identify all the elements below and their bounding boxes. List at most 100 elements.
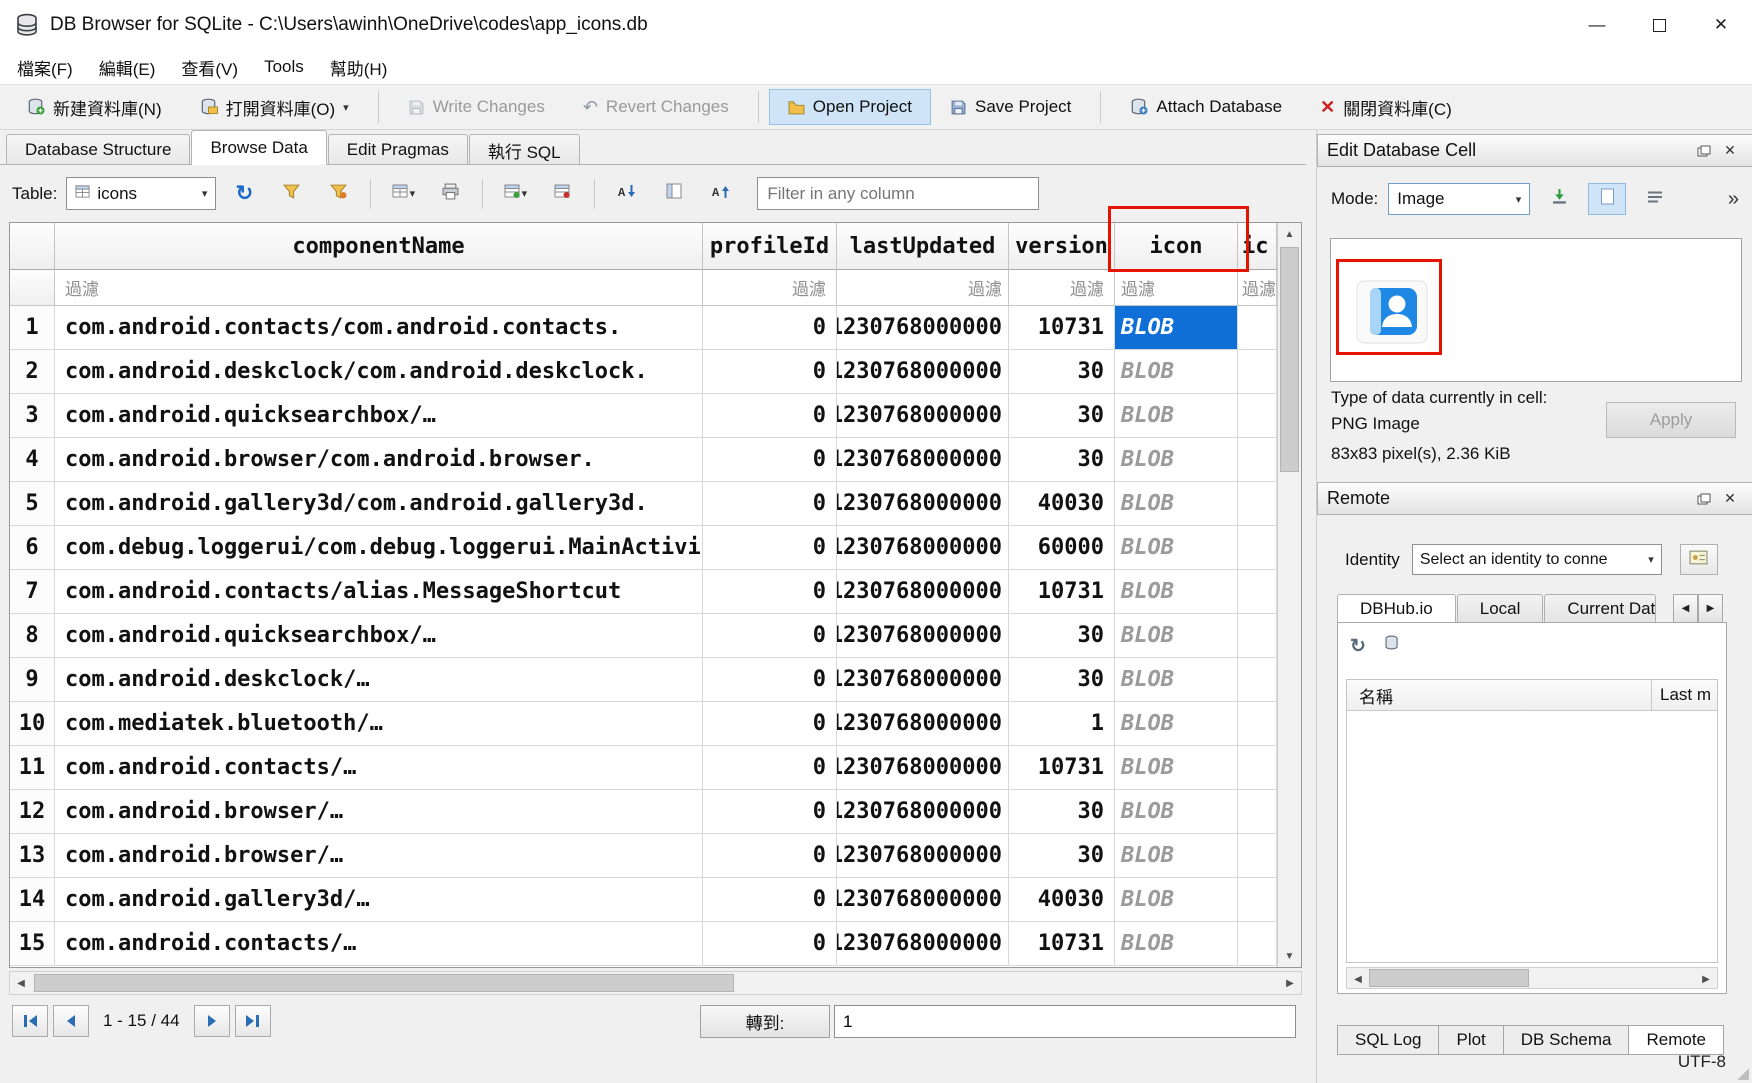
clipped-cell[interactable] bbox=[1238, 526, 1277, 570]
clear-filter-button[interactable] bbox=[319, 177, 357, 211]
componentName-cell[interactable]: com.android.browser/… bbox=[55, 790, 703, 834]
row-number-cell[interactable]: 5 bbox=[10, 482, 55, 526]
componentName-cell[interactable]: com.android.quicksearchbox/… bbox=[55, 614, 703, 658]
open-database-dropdown-caret[interactable]: ▾ bbox=[343, 101, 349, 114]
filter-lastUpdated[interactable]: 過濾 bbox=[837, 270, 1009, 306]
version-cell[interactable]: 10731 bbox=[1009, 306, 1115, 350]
row-number-cell[interactable]: 11 bbox=[10, 746, 55, 790]
icon-blob-cell[interactable]: BLOB bbox=[1115, 790, 1238, 834]
lastUpdated-cell[interactable]: 1230768000000 bbox=[837, 702, 1009, 746]
remote-horizontal-scrollbar[interactable]: ◀ ▶ bbox=[1346, 967, 1718, 989]
column-header-lastUpdated[interactable]: lastUpdated bbox=[837, 223, 1009, 270]
tab-scroll-right-button[interactable]: ▶ bbox=[1698, 594, 1723, 623]
remote-name-column-header[interactable]: 名稱 bbox=[1347, 683, 1393, 708]
clipped-cell[interactable] bbox=[1238, 614, 1277, 658]
last-record-button[interactable] bbox=[235, 1005, 271, 1037]
close-panel-icon[interactable]: ✕ bbox=[1717, 490, 1743, 507]
version-cell[interactable]: 30 bbox=[1009, 790, 1115, 834]
remote-modified-column-header[interactable]: Last m bbox=[1651, 680, 1717, 710]
profileId-cell[interactable]: 0 bbox=[703, 658, 837, 702]
profileId-cell[interactable]: 0 bbox=[703, 482, 837, 526]
tab-dbhub[interactable]: DBHub.io bbox=[1337, 594, 1456, 623]
version-cell[interactable]: 10731 bbox=[1009, 922, 1115, 966]
column-header-componentName[interactable]: componentName bbox=[55, 223, 703, 270]
tab-browse-data[interactable]: Browse Data bbox=[191, 130, 326, 165]
encoding-status[interactable]: UTF-8 bbox=[1678, 1052, 1726, 1072]
tab-local[interactable]: Local bbox=[1457, 594, 1544, 623]
componentName-cell[interactable]: com.android.contacts/… bbox=[55, 746, 703, 790]
text-view-toggle[interactable] bbox=[1636, 183, 1674, 215]
scroll-left-button[interactable]: ◀ bbox=[1347, 968, 1369, 990]
tab-execute-sql[interactable]: 執行 SQL bbox=[469, 134, 580, 165]
print-button[interactable] bbox=[431, 177, 469, 211]
close-database-button[interactable]: ✕ 關閉資料庫(C) bbox=[1301, 87, 1471, 128]
lastUpdated-cell[interactable]: 1230768000000 bbox=[837, 746, 1009, 790]
componentName-cell[interactable]: com.android.browser/… bbox=[55, 834, 703, 878]
image-view-toggle[interactable] bbox=[1588, 183, 1626, 215]
lastUpdated-cell[interactable]: 1230768000000 bbox=[837, 570, 1009, 614]
profileId-cell[interactable]: 0 bbox=[703, 526, 837, 570]
close-panel-icon[interactable]: ✕ bbox=[1717, 142, 1743, 159]
table-select[interactable]: icons ▾ bbox=[66, 177, 216, 210]
icon-blob-cell[interactable]: BLOB bbox=[1115, 350, 1238, 394]
profileId-cell[interactable]: 0 bbox=[703, 878, 837, 922]
componentName-cell[interactable]: com.debug.loggerui/com.debug.loggerui.Ma… bbox=[55, 526, 703, 570]
previous-record-button[interactable] bbox=[53, 1005, 89, 1037]
menu-edit[interactable]: 編輯(E) bbox=[86, 51, 169, 84]
delete-record-button[interactable] bbox=[543, 177, 581, 211]
sort-descending-button[interactable]: A bbox=[702, 177, 740, 211]
refresh-remote-button[interactable]: ↻ bbox=[1350, 635, 1366, 658]
version-cell[interactable]: 10731 bbox=[1009, 746, 1115, 790]
import-certificate-button[interactable] bbox=[1680, 544, 1718, 575]
clipped-cell[interactable] bbox=[1238, 350, 1277, 394]
profileId-cell[interactable]: 0 bbox=[703, 350, 837, 394]
save-project-button[interactable]: Save Project bbox=[931, 89, 1090, 125]
resize-grip[interactable] bbox=[1736, 1067, 1749, 1080]
icon-blob-cell[interactable]: BLOB bbox=[1115, 746, 1238, 790]
tab-current-database[interactable]: Current Dat bbox=[1544, 594, 1656, 623]
version-cell[interactable]: 30 bbox=[1009, 394, 1115, 438]
clipped-cell[interactable] bbox=[1238, 570, 1277, 614]
tab-database-structure[interactable]: Database Structure bbox=[6, 134, 190, 165]
filter-profileId[interactable]: 過濾 bbox=[703, 270, 837, 306]
goto-button[interactable]: 轉到: bbox=[700, 1005, 830, 1038]
row-number-cell[interactable]: 12 bbox=[10, 790, 55, 834]
freeze-columns-button[interactable] bbox=[655, 177, 693, 211]
row-number-cell[interactable]: 1 bbox=[10, 306, 55, 350]
clipped-cell[interactable] bbox=[1238, 746, 1277, 790]
first-record-button[interactable] bbox=[12, 1005, 48, 1037]
menu-tools[interactable]: Tools bbox=[251, 53, 317, 81]
scroll-left-button[interactable]: ◀ bbox=[10, 972, 32, 994]
version-cell[interactable]: 30 bbox=[1009, 350, 1115, 394]
open-project-button[interactable]: Open Project bbox=[769, 89, 931, 125]
lastUpdated-cell[interactable]: 1230768000000 bbox=[837, 526, 1009, 570]
vertical-scrollbar-thumb[interactable] bbox=[1280, 247, 1299, 472]
componentName-cell[interactable]: com.android.contacts/com.android.contact… bbox=[55, 306, 703, 350]
version-cell[interactable]: 10731 bbox=[1009, 570, 1115, 614]
lastUpdated-cell[interactable]: 1230768000000 bbox=[837, 878, 1009, 922]
icon-blob-cell[interactable]: BLOB bbox=[1115, 878, 1238, 922]
clone-database-button[interactable] bbox=[1384, 635, 1400, 657]
corner-header-cell[interactable] bbox=[10, 223, 55, 270]
profileId-cell[interactable]: 0 bbox=[703, 394, 837, 438]
filter-icon-column[interactable]: 過濾 bbox=[1115, 270, 1238, 306]
tab-plot[interactable]: Plot bbox=[1438, 1025, 1503, 1055]
next-record-button[interactable] bbox=[194, 1005, 230, 1037]
scroll-up-button[interactable]: ▲ bbox=[1278, 223, 1301, 245]
maximize-button[interactable] bbox=[1628, 0, 1690, 50]
toolbar-overflow-button[interactable]: » bbox=[1728, 188, 1741, 211]
lastUpdated-cell[interactable]: 1230768000000 bbox=[837, 922, 1009, 966]
profileId-cell[interactable]: 0 bbox=[703, 834, 837, 878]
filter-version[interactable]: 過濾 bbox=[1009, 270, 1115, 306]
icon-blob-cell[interactable]: BLOB bbox=[1115, 482, 1238, 526]
icon-blob-cell[interactable]: BLOB bbox=[1115, 702, 1238, 746]
column-header-version[interactable]: version bbox=[1009, 223, 1115, 270]
tab-sql-log[interactable]: SQL Log bbox=[1337, 1025, 1439, 1055]
filter-button[interactable] bbox=[272, 177, 310, 211]
lastUpdated-cell[interactable]: 1230768000000 bbox=[837, 350, 1009, 394]
filter-any-column-input[interactable] bbox=[757, 177, 1039, 210]
lastUpdated-cell[interactable]: 1230768000000 bbox=[837, 482, 1009, 526]
column-header-profileId[interactable]: profileId bbox=[703, 223, 837, 270]
refresh-button[interactable]: ↻ bbox=[225, 177, 263, 211]
profileId-cell[interactable]: 0 bbox=[703, 790, 837, 834]
